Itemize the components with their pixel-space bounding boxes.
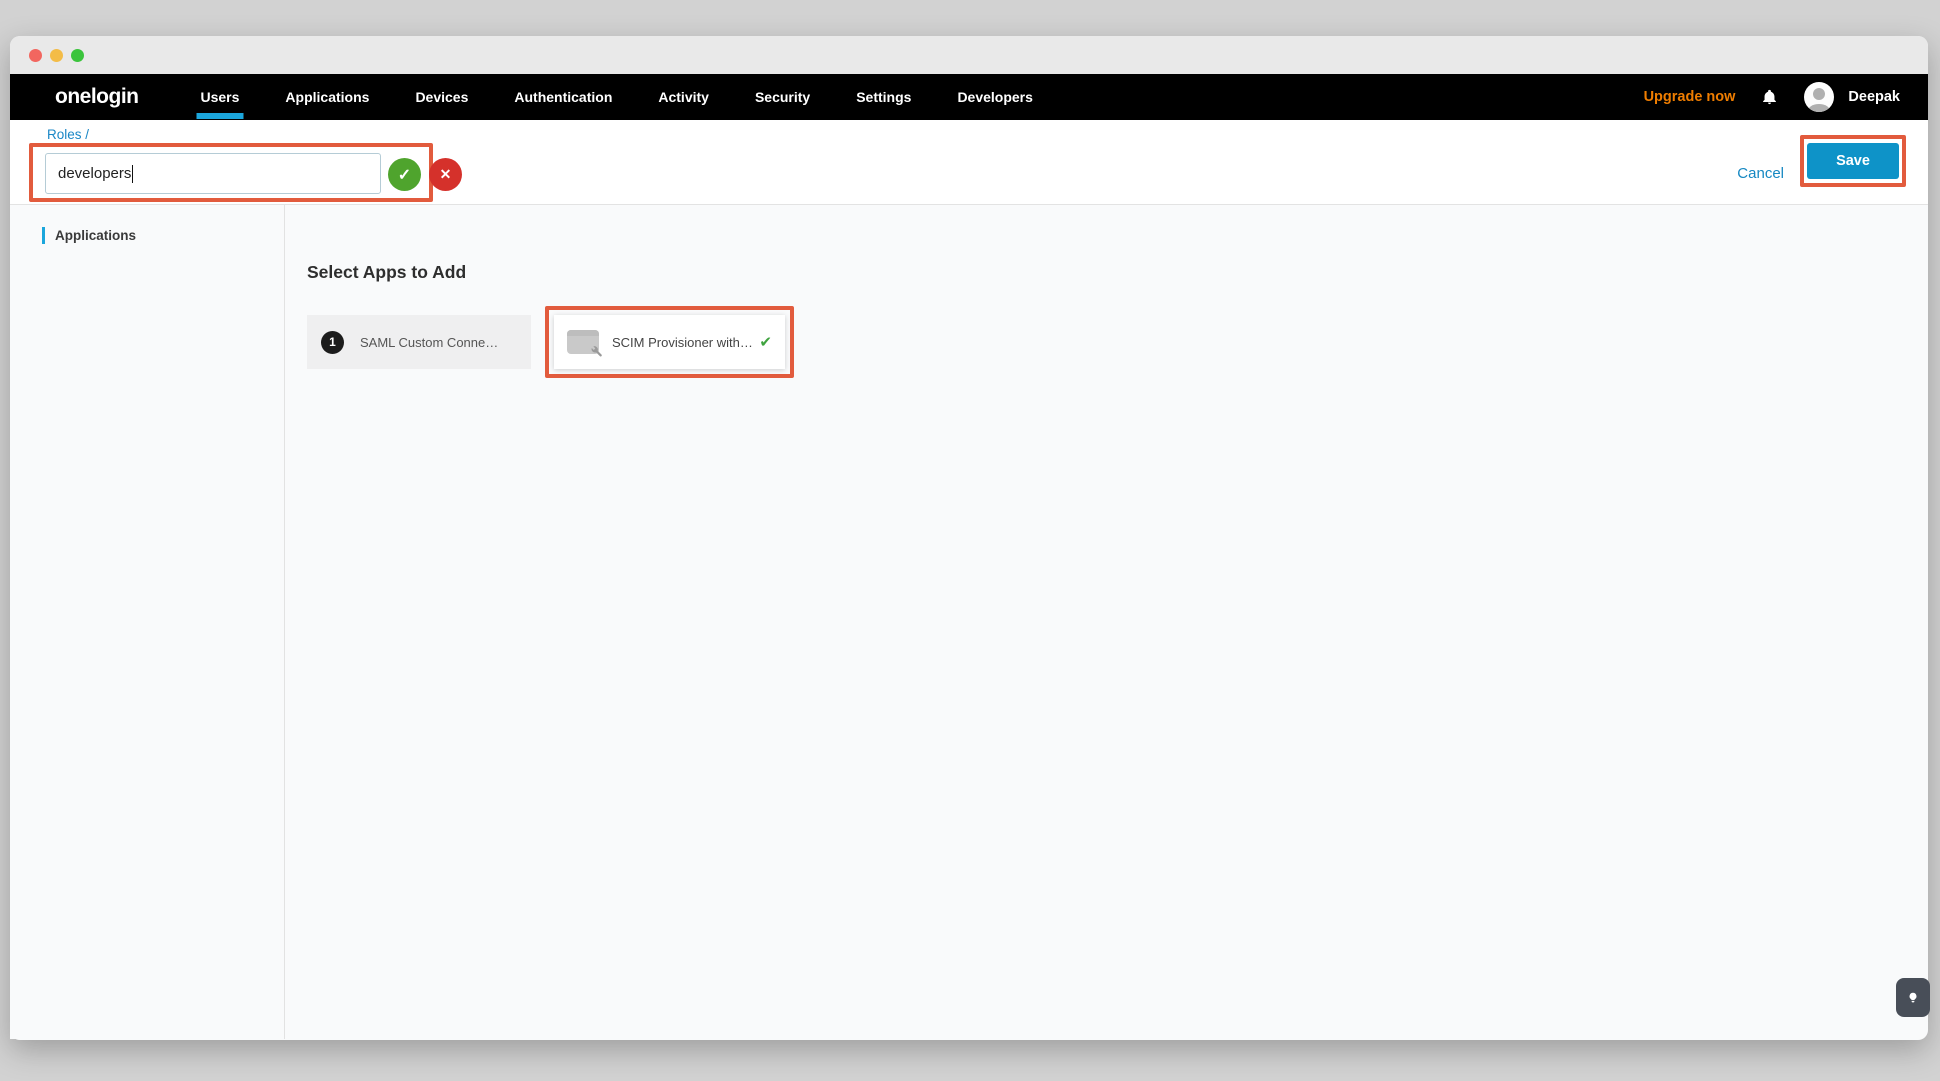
active-indicator bbox=[42, 227, 45, 244]
highlight-box-save: Save bbox=[1800, 135, 1906, 187]
primary-nav: Users Applications Devices Authenticatio… bbox=[201, 89, 1033, 105]
nav-item-authentication[interactable]: Authentication bbox=[514, 89, 612, 105]
nav-item-activity[interactable]: Activity bbox=[658, 89, 709, 105]
nav-item-security[interactable]: Security bbox=[755, 89, 810, 105]
upgrade-now-link[interactable]: Upgrade now bbox=[1644, 89, 1736, 105]
hint-tab[interactable] bbox=[1896, 978, 1930, 1017]
top-navbar: onelogin Users Applications Devices Auth… bbox=[10, 74, 1928, 120]
app-number-badge: 1 bbox=[321, 331, 344, 354]
confirm-rename-button[interactable]: ✓ bbox=[388, 158, 421, 191]
text-cursor bbox=[132, 165, 133, 183]
nav-item-developers[interactable]: Developers bbox=[957, 89, 1032, 105]
sidebar-item-applications[interactable]: Applications bbox=[10, 227, 284, 244]
cancel-rename-button[interactable]: ✕ bbox=[429, 158, 462, 191]
selected-check-icon: ✔ bbox=[759, 333, 772, 351]
user-avatar[interactable] bbox=[1804, 82, 1834, 112]
nav-item-users[interactable]: Users bbox=[201, 89, 240, 105]
avatar-head-shape bbox=[1813, 88, 1825, 100]
role-sidebar: Applications bbox=[10, 205, 285, 1039]
app-name: SCIM Provisioner with… bbox=[612, 335, 753, 350]
bell-icon[interactable] bbox=[1761, 87, 1778, 107]
sidebar-item-label: Applications bbox=[55, 228, 136, 243]
app-card-saml-custom-connector[interactable]: 1 SAML Custom Conne… bbox=[307, 315, 531, 369]
traffic-lights bbox=[29, 49, 84, 62]
connector-wrench-icon bbox=[567, 330, 599, 354]
cancel-button[interactable]: Cancel bbox=[1737, 165, 1784, 182]
breadcrumb[interactable]: Roles / bbox=[47, 127, 89, 142]
role-name-value: developers bbox=[58, 165, 131, 182]
app-name: SAML Custom Conne… bbox=[360, 335, 498, 350]
role-edit-toolbar: Roles / developers ✓ ✕ Cancel Save bbox=[10, 120, 1928, 205]
app-card-scim-provisioner[interactable]: SCIM Provisioner with… ✔ bbox=[554, 315, 785, 369]
role-name-input[interactable]: developers bbox=[45, 153, 381, 194]
content-area: Applications Select Apps to Add 1 SAML C… bbox=[10, 205, 1928, 1039]
save-button[interactable]: Save bbox=[1807, 143, 1899, 179]
nav-item-devices[interactable]: Devices bbox=[415, 89, 468, 105]
app-card-list: 1 SAML Custom Conne… SCIM Provisioner wi… bbox=[307, 306, 1928, 378]
nav-item-applications[interactable]: Applications bbox=[285, 89, 369, 105]
nav-item-settings[interactable]: Settings bbox=[856, 89, 911, 105]
x-icon: ✕ bbox=[440, 166, 452, 183]
browser-window: onelogin Users Applications Devices Auth… bbox=[10, 36, 1928, 1040]
highlight-box-scim-app: SCIM Provisioner with… ✔ bbox=[545, 306, 794, 378]
close-window-button[interactable] bbox=[29, 49, 42, 62]
onelogin-logo: onelogin bbox=[55, 85, 139, 109]
apps-panel: Select Apps to Add 1 SAML Custom Conne… … bbox=[285, 205, 1928, 1039]
page-title: Select Apps to Add bbox=[307, 262, 1928, 283]
zoom-window-button[interactable] bbox=[71, 49, 84, 62]
minimize-window-button[interactable] bbox=[50, 49, 63, 62]
user-name: Deepak bbox=[1848, 89, 1900, 105]
check-icon: ✓ bbox=[398, 165, 411, 185]
lightbulb-icon bbox=[1906, 991, 1920, 1005]
avatar-torso-shape bbox=[1808, 104, 1830, 112]
window-titlebar bbox=[10, 36, 1928, 74]
navbar-right: Upgrade now Deepak bbox=[1644, 82, 1900, 112]
